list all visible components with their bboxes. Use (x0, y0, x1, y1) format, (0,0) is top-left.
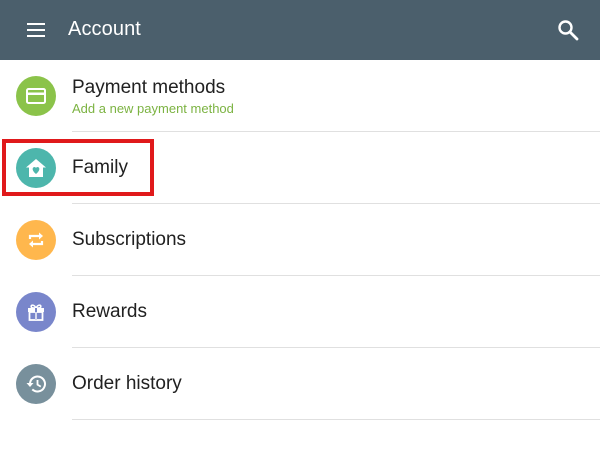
list-item-subscriptions[interactable]: Subscriptions (0, 204, 600, 276)
app-toolbar: Account (0, 0, 600, 60)
history-icon (16, 364, 56, 404)
list-item-subtitle: Add a new payment method (72, 101, 234, 116)
account-menu-list: Payment methods Add a new payment method… (0, 60, 600, 420)
menu-icon[interactable] (24, 19, 48, 41)
repeat-icon (16, 220, 56, 260)
list-item-family[interactable]: Family (0, 132, 600, 204)
list-item-label: Payment methods (72, 77, 226, 98)
search-icon[interactable] (555, 17, 581, 43)
list-item-label: Family (72, 157, 128, 178)
divider (72, 419, 600, 420)
list-item-label: Rewards (72, 301, 147, 322)
list-item-order-history[interactable]: Order history (0, 348, 600, 420)
list-item-payment-methods[interactable]: Payment methods Add a new payment method (0, 60, 600, 132)
credit-card-icon (16, 76, 56, 116)
list-item-rewards[interactable]: Rewards (0, 276, 600, 348)
list-item-label: Order history (72, 373, 182, 394)
page-title: Account (68, 18, 141, 40)
list-item-label: Subscriptions (72, 229, 187, 250)
gift-icon (16, 292, 56, 332)
family-home-icon (16, 148, 56, 188)
account-screen: Account Payment methods Add a new paymen… (0, 0, 600, 453)
